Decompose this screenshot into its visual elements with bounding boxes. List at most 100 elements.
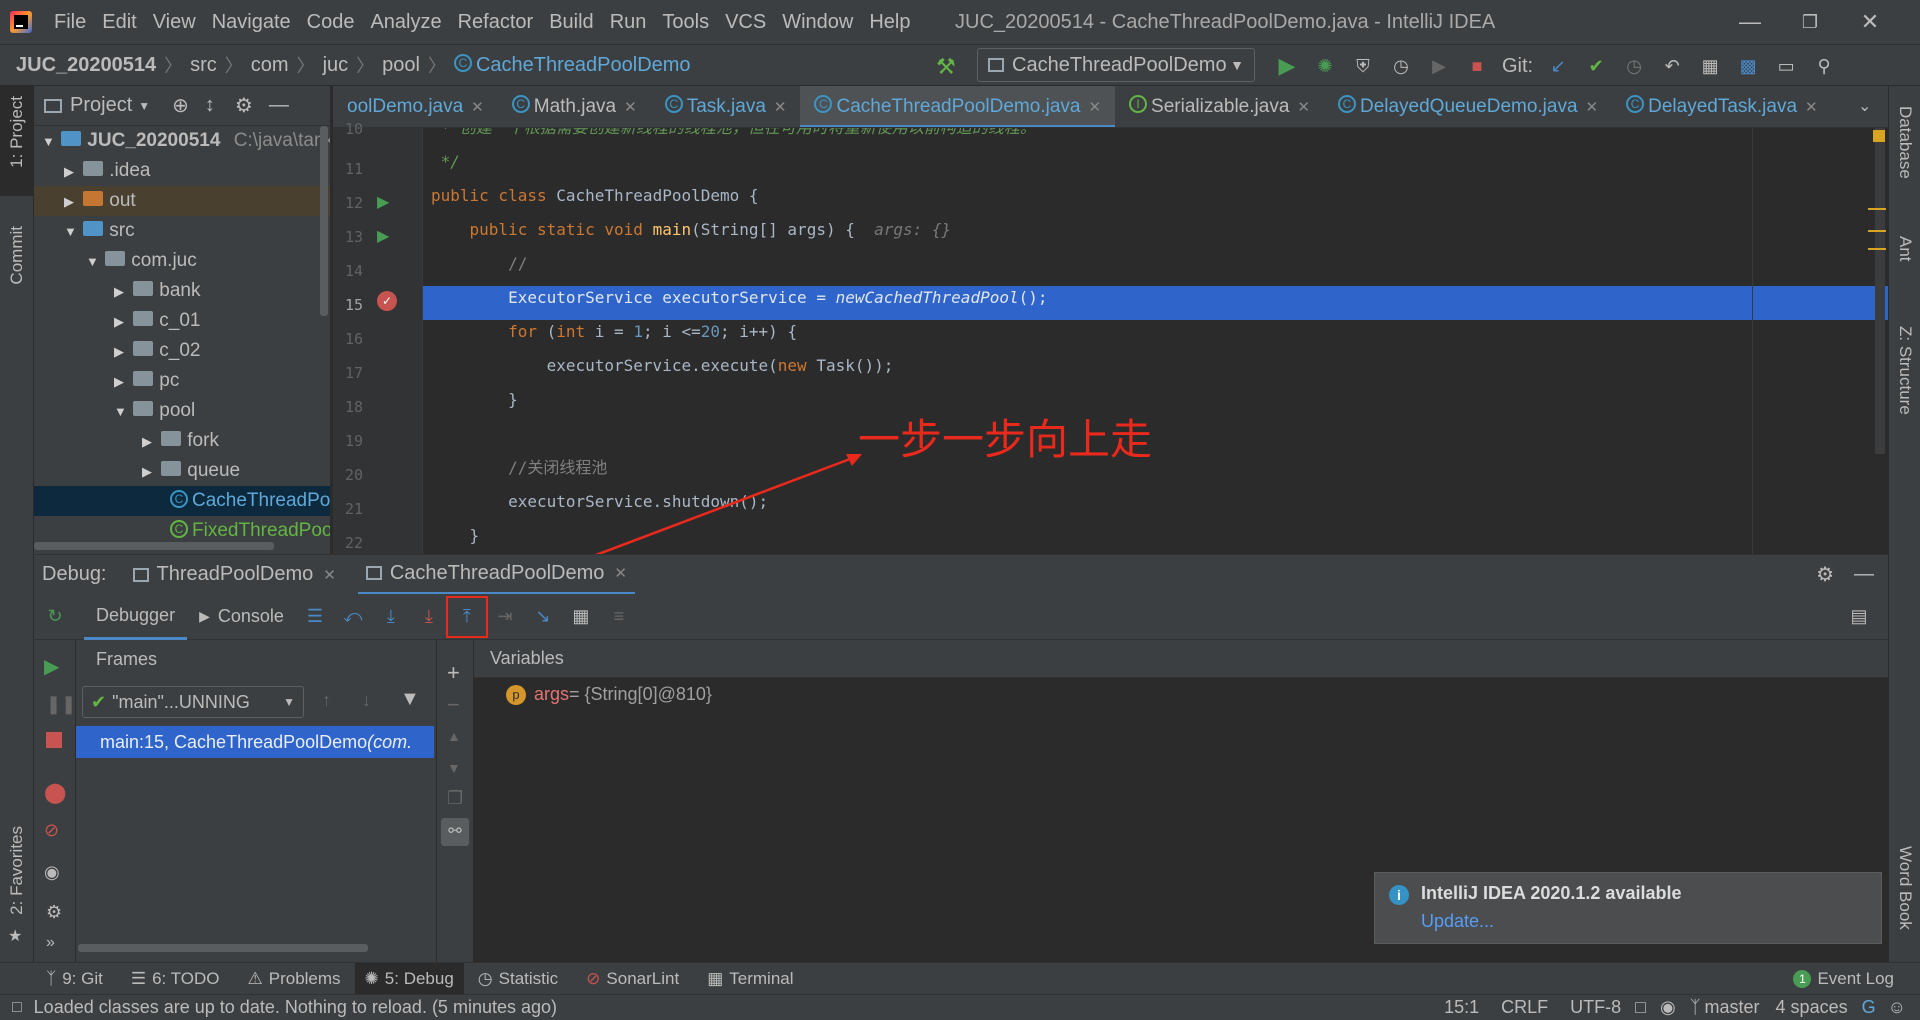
warning-marker-icon[interactable] [1873, 130, 1885, 142]
favorites-tool-button[interactable]: 2: Favorites [7, 826, 27, 915]
debugger-tab[interactable]: Debugger [84, 594, 188, 640]
tree-item-src[interactable]: ▼ src [34, 216, 330, 246]
console-tab[interactable]: ▶ Console [187, 594, 296, 640]
tool-debug[interactable]: ✺ 5: Debug [354, 962, 464, 995]
add-watch-icon[interactable]: + [447, 660, 460, 686]
run-to-cursor-icon[interactable]: ↘ [530, 604, 556, 630]
tab-math[interactable]: C Math.java ✕ [498, 86, 651, 127]
tab-serializable[interactable]: I Serializable.java ✕ [1115, 86, 1324, 127]
menu-tools[interactable]: Tools [654, 0, 717, 44]
close-icon[interactable]: ✕ [1088, 99, 1101, 116]
menu-analyze[interactable]: Analyze [362, 0, 449, 44]
run-gutter-icon[interactable]: ▶ [377, 226, 389, 246]
menu-build[interactable]: Build [541, 0, 601, 44]
move-up-icon[interactable]: ▲ [447, 728, 461, 744]
thread-select[interactable]: ✔ "main"...UNNING ▼ [82, 686, 304, 718]
arrow-up-icon[interactable]: ↑ [322, 690, 331, 711]
git-update-icon[interactable]: ↙ [1545, 53, 1571, 79]
vertical-scrollbar[interactable] [320, 126, 328, 316]
menu-window[interactable]: Window [774, 0, 861, 44]
close-icon[interactable]: ✕ [624, 99, 637, 116]
tree-item-idea[interactable]: ▶ .idea [34, 156, 330, 186]
drop-frame-icon[interactable]: ⇥ [492, 604, 518, 630]
tab-delayedtask[interactable]: C DelayedTask.java ✕ [1612, 86, 1832, 127]
git-history-icon[interactable]: ◷ [1621, 53, 1647, 79]
file-encoding[interactable]: UTF-8 [1570, 997, 1621, 1018]
project-structure-icon[interactable]: ▦ [1697, 53, 1723, 79]
search-icon[interactable]: ⚲ [1811, 53, 1837, 79]
close-icon[interactable]: ✕ [774, 99, 787, 116]
breadcrumb-project[interactable]: JUC_20200514 [16, 54, 156, 77]
close-icon[interactable]: ✕ [323, 566, 336, 584]
tool-terminal[interactable]: ▦ Terminal [707, 969, 793, 989]
tree-item-com-juc[interactable]: ▼ com.juc [34, 246, 330, 276]
google-icon[interactable]: G [1862, 997, 1876, 1018]
locate-icon[interactable]: ⊕ [172, 93, 189, 118]
frame-row[interactable]: main:15, CacheThreadPoolDemo (com. [76, 726, 434, 758]
menu-file[interactable]: File [46, 0, 94, 44]
tool-sonarlint[interactable]: ⊘ SonarLint [586, 969, 679, 989]
debug-icon[interactable]: ✺ [1312, 53, 1338, 79]
tool-problems[interactable]: ⚠ Problems [247, 969, 340, 989]
debug-tab-threadpooldemo[interactable]: ThreadPoolDemo ✕ [132, 555, 336, 595]
menu-run[interactable]: Run [602, 0, 655, 44]
breadcrumb-com[interactable]: com [251, 54, 289, 77]
close-icon[interactable]: ✕ [614, 564, 627, 582]
translate-icon[interactable]: ▩ [1735, 53, 1761, 79]
menu-edit[interactable]: Edit [94, 0, 144, 44]
camera-icon[interactable]: ◉ [44, 862, 60, 883]
close-icon[interactable]: ✕ [1297, 99, 1310, 116]
tool-event-log[interactable]: 1 Event Log [1793, 969, 1894, 989]
tool-statistic[interactable]: ◷ Statistic [478, 969, 558, 989]
resume-icon[interactable]: ▶ [44, 654, 59, 679]
menu-vcs[interactable]: VCS [717, 0, 774, 44]
trace-stream-icon[interactable]: ≡ [606, 604, 632, 630]
update-notification[interactable]: i IntelliJ IDEA 2020.1.2 available Updat… [1374, 872, 1882, 944]
git-branch[interactable]: master [1705, 997, 1760, 1018]
layout-icon[interactable]: ▤ [1846, 604, 1872, 630]
project-panel-title[interactable]: Project [70, 94, 132, 117]
tab-cachethreadpooldemo[interactable]: C CacheThreadPoolDemo.java ✕ [800, 86, 1116, 127]
structure-tool-button[interactable]: Z: Structure [1895, 326, 1915, 415]
collapse-all-icon[interactable]: ↕ [205, 94, 215, 117]
close-icon[interactable]: ✕ [1805, 99, 1818, 116]
update-link[interactable]: Update... [1421, 911, 1494, 932]
horizontal-scrollbar[interactable] [34, 542, 274, 550]
tree-item-c02[interactable]: ▶ c_02 [34, 336, 330, 366]
force-step-into-icon[interactable]: ⤓ [416, 604, 442, 630]
pause-icon[interactable]: ❚❚ [46, 694, 76, 715]
tab-delayedqueuedemo[interactable]: C DelayedQueueDemo.java ✕ [1324, 86, 1612, 127]
code-editor[interactable]: * 创建一个根据需要创建新线程的线程池，但在可用时将重新使用以前构造的线程。 *… [423, 128, 1888, 554]
breadcrumb-class[interactable]: CacheThreadPoolDemo [476, 54, 691, 77]
more-icon[interactable]: » [46, 934, 55, 952]
menu-view[interactable]: View [145, 0, 204, 44]
tree-item-pool[interactable]: ▼ pool [34, 396, 330, 426]
run-icon[interactable]: ▶ [1274, 53, 1300, 79]
stop-icon[interactable] [46, 732, 62, 748]
stop-icon[interactable]: ■ [1464, 53, 1490, 79]
arrow-down-icon[interactable]: ↓ [362, 690, 371, 711]
project-tool-button[interactable]: 1: Project [7, 96, 27, 168]
view-breakpoints-icon[interactable]: ⬤ [44, 780, 66, 805]
settings-icon[interactable]: ⚙ [46, 902, 62, 923]
tree-item-c01[interactable]: ▶ c_01 [34, 306, 330, 336]
tree-item-root[interactable]: ▼ JUC_20200514 C:\java\tank [34, 126, 330, 156]
menu-refactor[interactable]: Refactor [450, 0, 542, 44]
git-commit-icon[interactable]: ✔ [1583, 53, 1609, 79]
minimize-icon[interactable]: — [1720, 9, 1780, 35]
caret-position[interactable]: 15:1 [1444, 997, 1479, 1018]
build-hammer-icon[interactable]: ⚒ [936, 54, 956, 80]
restore-icon[interactable]: ❐ [1780, 12, 1840, 33]
tree-item-fork[interactable]: ▶ fork [34, 426, 330, 456]
run-configuration-select[interactable]: CacheThreadPoolDemo ▼ [977, 48, 1255, 82]
indent-setting[interactable]: 4 spaces [1776, 997, 1848, 1018]
step-out-icon[interactable]: ⤒ [445, 595, 488, 638]
gear-icon[interactable]: ⚙ [235, 93, 253, 118]
menu-code[interactable]: Code [299, 0, 363, 44]
filter-icon[interactable]: ▼ [400, 688, 420, 711]
chevron-down-icon[interactable]: ▼ [138, 99, 150, 113]
profile-icon[interactable]: ◷ [1388, 53, 1414, 79]
tree-item-out[interactable]: ▶ out [34, 186, 330, 216]
coverage-icon[interactable]: ⛨ [1350, 53, 1376, 79]
close-icon[interactable]: ✕ [471, 99, 484, 116]
